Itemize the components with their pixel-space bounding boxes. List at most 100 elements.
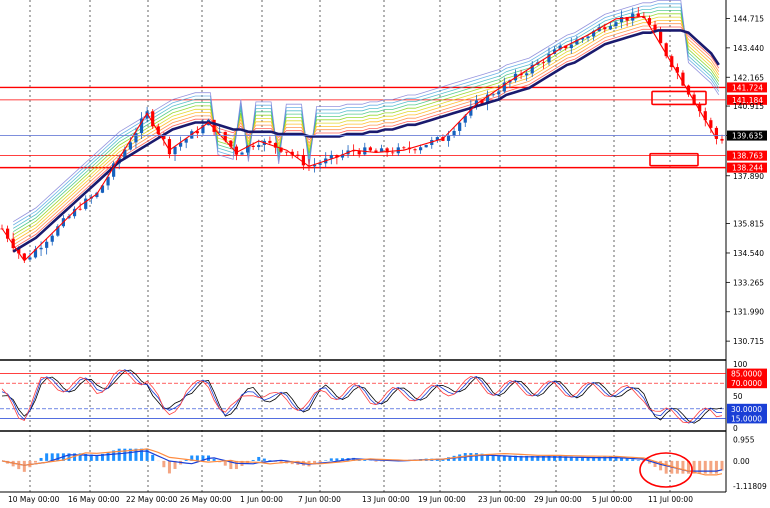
price-tick-label: 133.265 bbox=[733, 278, 764, 287]
macd-histogram-bar bbox=[318, 460, 322, 463]
price-tick-label: 143.440 bbox=[733, 44, 764, 53]
macd-axis-label: 0.955 bbox=[733, 435, 755, 444]
macd-histogram-bar bbox=[212, 458, 216, 461]
current-price-label: 139.635 bbox=[732, 132, 763, 141]
candle-body bbox=[525, 73, 529, 76]
macd-histogram-bar bbox=[720, 460, 724, 471]
candle-body bbox=[257, 144, 261, 148]
macd-histogram-bar bbox=[664, 460, 668, 474]
price-tick-label: 131.990 bbox=[733, 308, 764, 317]
macd-histogram-bar bbox=[167, 460, 171, 474]
candle-body bbox=[128, 142, 132, 150]
macd-histogram-bar bbox=[33, 460, 37, 463]
macd-axis-label: 0.00 bbox=[733, 457, 750, 466]
candle-body bbox=[636, 13, 640, 17]
macd-histogram-bar bbox=[39, 457, 43, 461]
macd-axis-label: -1.11809 bbox=[733, 482, 767, 491]
macd-histogram-bar bbox=[681, 460, 685, 474]
macd-histogram-bar bbox=[714, 460, 718, 474]
time-tick-label: 5 Jul 00:00 bbox=[592, 495, 632, 504]
time-tick-label: 11 Jul 00:00 bbox=[648, 495, 693, 504]
price-level-label: 141.724 bbox=[732, 83, 763, 92]
candle-body bbox=[586, 36, 590, 39]
macd-histogram-bar bbox=[251, 459, 255, 461]
macd-histogram-bar bbox=[56, 453, 60, 461]
time-tick-label: 13 Jun 00:00 bbox=[362, 495, 410, 504]
price-tick-label: 135.815 bbox=[733, 220, 764, 229]
macd-histogram-bar bbox=[262, 458, 266, 461]
time-tick-label: 1 Jun 00:00 bbox=[240, 495, 283, 504]
candle-body bbox=[413, 149, 417, 151]
candle-body bbox=[368, 147, 372, 151]
candle-body bbox=[569, 44, 573, 49]
macd-histogram-bar bbox=[324, 460, 328, 461]
candle-body bbox=[78, 208, 82, 210]
macd-histogram-bar bbox=[709, 460, 713, 474]
chart-background bbox=[0, 0, 770, 508]
candle-body bbox=[458, 122, 462, 131]
macd-histogram-bar bbox=[223, 460, 227, 466]
macd-histogram-bar bbox=[335, 458, 339, 461]
time-tick-label: 22 May 00:00 bbox=[126, 495, 178, 504]
price-tick-label: 134.540 bbox=[733, 249, 764, 258]
macd-histogram-bar bbox=[703, 460, 707, 474]
candle-body bbox=[134, 133, 138, 143]
time-tick-label: 7 Jun 00:00 bbox=[298, 495, 341, 504]
candle-body bbox=[167, 139, 172, 155]
oscillator-level-label: 70.0000 bbox=[731, 379, 762, 388]
candle-body bbox=[28, 257, 32, 260]
candle-body bbox=[720, 138, 724, 141]
macd-histogram-bar bbox=[374, 460, 378, 462]
macd-histogram-bar bbox=[257, 456, 261, 461]
candle-body bbox=[608, 26, 612, 30]
price-tick-label: 144.715 bbox=[733, 14, 764, 23]
macd-histogram-bar bbox=[22, 460, 26, 472]
macd-histogram-bar bbox=[162, 460, 166, 468]
candle-body bbox=[296, 154, 300, 156]
candle-body bbox=[50, 235, 54, 242]
time-tick-label: 23 Jun 00:00 bbox=[478, 495, 526, 504]
candle-body bbox=[39, 247, 43, 250]
candle-body bbox=[268, 140, 272, 143]
macd-histogram-bar bbox=[474, 453, 478, 461]
candle-body bbox=[285, 151, 289, 153]
time-tick-label: 19 Jun 00:00 bbox=[418, 495, 466, 504]
candle-body bbox=[301, 154, 305, 166]
oscillator-level-label: 15.0000 bbox=[731, 414, 762, 423]
price-level-label: 138.763 bbox=[732, 152, 763, 161]
macd-histogram-bar bbox=[497, 455, 501, 461]
candle-body bbox=[84, 198, 88, 209]
candle-body bbox=[541, 62, 545, 64]
price-tick-label: 140.915 bbox=[733, 102, 764, 111]
candle-body bbox=[659, 31, 663, 44]
trading-chart: 141.724141.184138.763138.244 144.715143.… bbox=[0, 0, 770, 508]
candle-body bbox=[603, 27, 607, 30]
candle-body bbox=[491, 94, 495, 96]
macd-histogram-bar bbox=[631, 459, 635, 461]
oscillator-axis-label: 100 bbox=[733, 360, 748, 369]
oscillator-axis-label: 50 bbox=[733, 392, 743, 401]
oscillator-level-label: 30.0000 bbox=[731, 405, 762, 414]
macd-histogram-bar bbox=[106, 452, 110, 461]
oscillator-axis-label: 0 bbox=[733, 424, 738, 433]
candle-body bbox=[329, 154, 333, 159]
macd-histogram-bar bbox=[698, 460, 702, 474]
macd-histogram-bar bbox=[117, 448, 121, 461]
candle-body bbox=[173, 146, 177, 155]
candle-body bbox=[446, 135, 451, 141]
price-tick-label: 142.165 bbox=[733, 73, 764, 82]
time-tick-label: 29 Jun 00:00 bbox=[534, 495, 582, 504]
candle-body bbox=[614, 22, 618, 27]
time-tick-label: 16 May 00:00 bbox=[68, 495, 120, 504]
time-tick-label: 26 May 00:00 bbox=[180, 495, 232, 504]
candle-body bbox=[240, 152, 244, 155]
macd-histogram-bar bbox=[45, 453, 49, 461]
candle-body bbox=[419, 147, 423, 151]
macd-histogram-bar bbox=[151, 454, 155, 461]
candle-body bbox=[45, 241, 49, 248]
oscillator-level-label: 85.0000 bbox=[731, 370, 762, 379]
time-tick-label: 10 May 00:00 bbox=[8, 495, 60, 504]
macd-histogram-bar bbox=[636, 460, 640, 461]
price-tick-label: 137.890 bbox=[733, 172, 764, 181]
candle-body bbox=[391, 152, 395, 154]
